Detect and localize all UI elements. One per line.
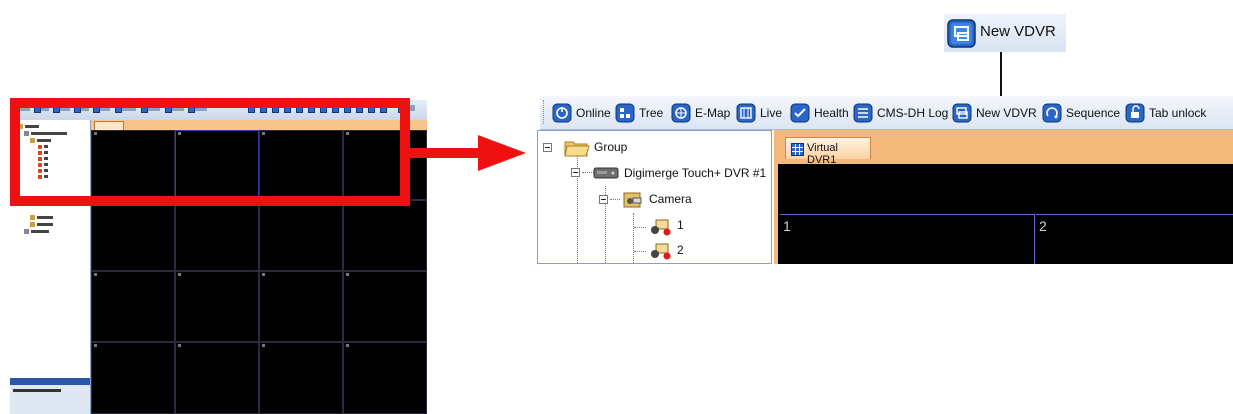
grid-icon [791,143,804,161]
tree-node-camera-1[interactable]: 1 [677,218,684,232]
video-viewer: Virtual DVR1 1 2 [774,130,1233,264]
arrow-shaft [410,148,484,158]
folder-icon [562,135,590,164]
video-cell-2[interactable]: 2 [1036,214,1233,264]
callout-label: New VDVR [980,23,1056,40]
log-icon [853,103,873,122]
sequence-icon [1042,103,1062,122]
video-cell-1[interactable]: 1 [780,214,1035,264]
tree-button[interactable]: Tree [615,101,663,124]
camera-icon [648,241,672,263]
emap-button[interactable]: E-Map [671,101,730,124]
camera-icon [648,217,672,242]
health-icon [790,103,810,122]
live-button[interactable]: Live [736,101,782,124]
tree-node-camera-2[interactable]: 2 [677,243,684,257]
tree-icon [615,103,635,122]
highlight-box [10,98,410,206]
arrow-right-icon [478,135,526,171]
tree-node-dvr[interactable]: Digimerge Touch+ DVR #1 [624,166,766,180]
new-vdvr-callout: New VDVR [944,14,1066,52]
tab-unlock-icon [1125,103,1145,122]
dvr-device-icon [593,165,619,186]
live-icon [736,103,756,122]
new-vdvr-icon [947,19,976,53]
health-button[interactable]: Health [790,101,849,124]
cms-dh-log-button[interactable]: CMS-DH Log [853,101,948,124]
emap-icon [671,103,691,122]
new-vdvr-icon [952,103,972,122]
camera-collapse-toggle[interactable] [599,195,608,204]
tab-virtual-dvr1[interactable]: Virtual DVR1 [785,137,871,166]
online-button[interactable]: Online [552,101,611,124]
device-tree: Group Digimerge Touch+ DVR #1 Camera 1 2 [537,130,772,264]
online-icon [552,103,572,122]
tab-label: Virtual DVR1 [807,142,838,166]
dvr-collapse-toggle[interactable] [571,168,580,177]
toolbar-grip[interactable] [543,100,547,124]
tree-node-group[interactable]: Group [594,140,627,154]
main-toolbar: Online Tree E-Map Live Health CMS-DH Log… [540,96,1233,130]
tree-node-camera[interactable]: Camera [649,192,692,206]
callout-line [1000,52,1002,97]
tab-unlock-button[interactable]: Tab unlock [1125,101,1206,124]
new-vdvr-button[interactable]: New VDVR [952,101,1037,124]
cell-number: 1 [783,218,791,234]
camera-folder-icon [621,189,645,216]
group-collapse-toggle[interactable] [543,143,552,152]
cell-number: 2 [1039,218,1047,234]
sequence-button[interactable]: Sequence [1042,101,1120,124]
